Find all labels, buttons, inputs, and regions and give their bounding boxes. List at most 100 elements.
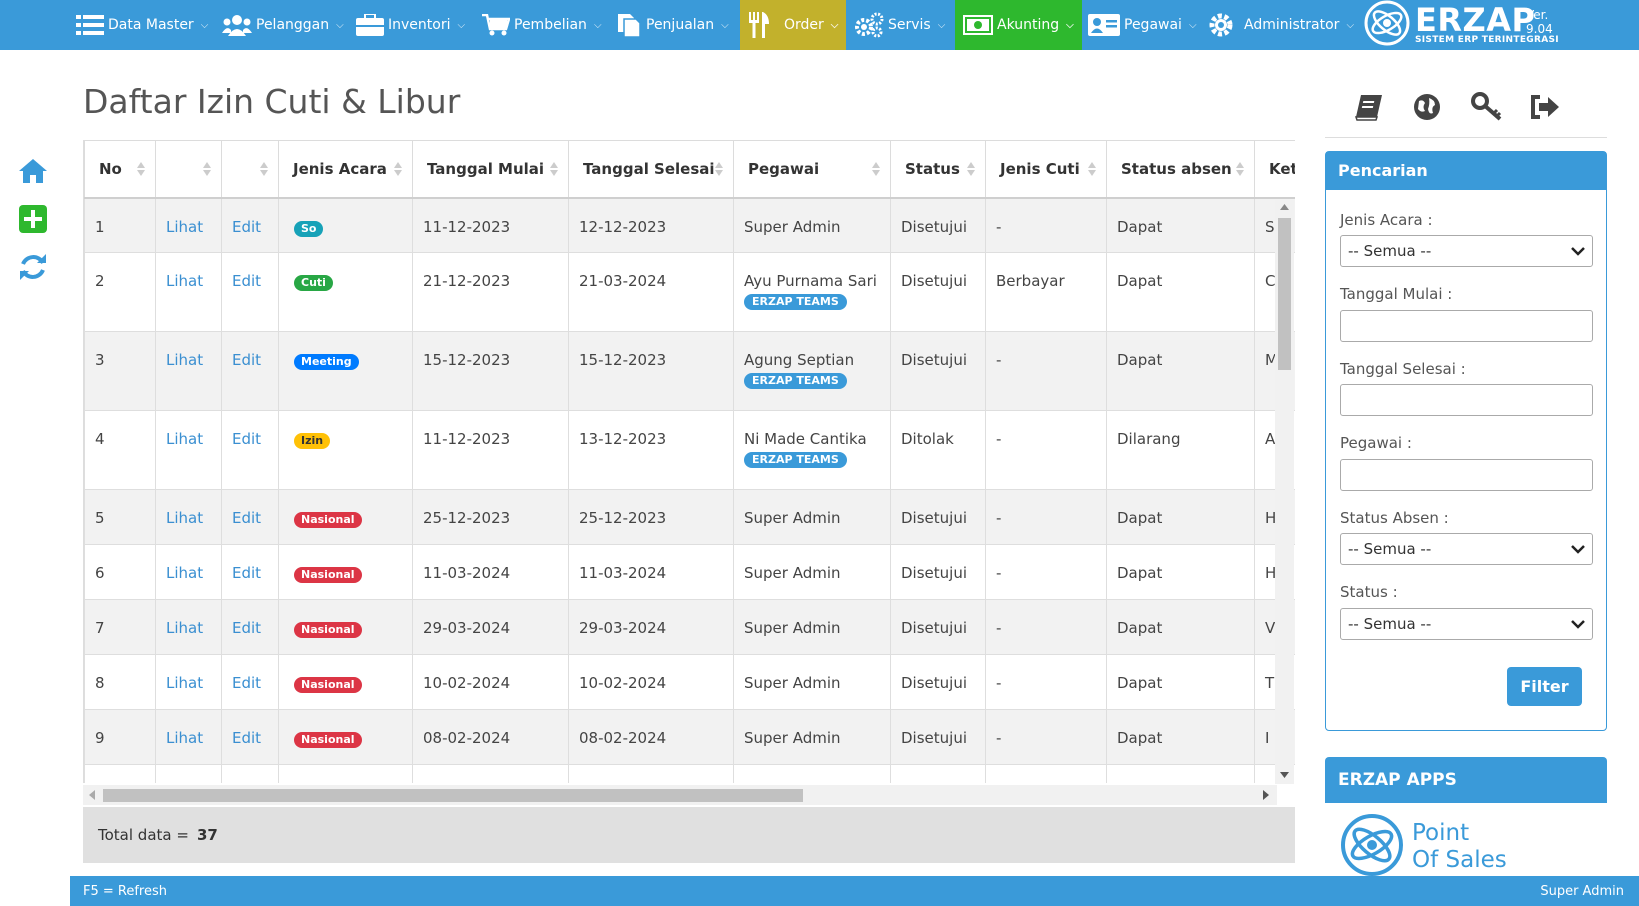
nav-order[interactable]: Order ⌵ [740,0,847,50]
status-label: Status : [1340,583,1398,601]
users-icon [222,14,252,36]
horizontal-scrollbar[interactable] [83,785,1277,805]
chevron-down-icon: ⌵ [336,19,344,31]
globe-icon[interactable] [1410,90,1444,124]
event-type-badge: So [294,220,324,237]
left-action-bar [18,156,48,300]
key-icon[interactable] [1470,90,1504,124]
cell-pegawai: Ayu Purnama Sari ERZAP TEAMS [733,252,891,332]
col-header-edit[interactable] [221,140,279,199]
col-header-tanggal-selesai[interactable]: Tanggal Selesai [568,140,734,199]
table-row: 9 Lihat Edit Nasional 08-02-2024 08-02-2024 Su… [84,709,1295,765]
status-absen-select[interactable]: -- Semua -- [1340,533,1593,565]
cell-tanggal-mulai: 25-12-2023 [412,489,569,545]
nav-penjualan[interactable]: Penjualan ⌵ [616,0,729,50]
refresh-icon[interactable] [18,252,48,282]
edit-link[interactable]: Edit [221,197,279,253]
col-header-pegawai[interactable]: Pegawai [733,140,891,199]
cell-no: 2 [84,252,156,332]
cell-jenis-cuti: - [985,544,1107,600]
jenis-acara-select[interactable]: -- Semua -- [1340,235,1593,267]
view-link[interactable]: Lihat [155,599,222,655]
edit-link[interactable]: Edit [221,410,279,490]
status-select[interactable]: -- Semua -- [1340,608,1593,640]
chevron-down-icon: ⌵ [937,19,946,31]
pegawai-input[interactable] [1340,459,1593,491]
chevron-down-icon: ⌵ [1188,19,1197,31]
vertical-scrollbar[interactable] [1275,200,1294,784]
horizontal-scroll-thumb[interactable] [103,789,803,802]
edit-link[interactable]: Edit [221,252,279,332]
view-link[interactable]: Lihat [155,252,222,332]
edit-link[interactable]: Edit [221,489,279,545]
logout-icon[interactable] [1528,90,1562,124]
cell-tanggal-mulai: 11-12-2023 [412,410,569,490]
nav-administrator[interactable]: Administrator ⌵ [1208,0,1354,50]
cell-jenis-cuti: - [985,331,1107,411]
event-type-badge: Nasional [294,622,362,638]
view-link[interactable]: Lihat [155,410,222,490]
nav-inventori[interactable]: Inventori ⌵ [356,0,465,50]
view-link[interactable]: Lihat [155,709,222,765]
sort-icon [715,162,723,176]
col-header-view[interactable] [155,140,222,199]
col-header-status[interactable]: Status [890,140,986,199]
chevron-down-icon [1571,544,1585,554]
refresh-hint: F5 = Refresh [83,883,167,899]
view-link[interactable]: Lihat [155,544,222,600]
col-header-ket[interactable]: Ket [1254,140,1295,199]
filter-button[interactable]: Filter [1507,667,1582,706]
right-toolbar [1325,90,1625,130]
table-row: 2 Lihat Edit Cuti 21-12-2023 21-03-2024 Ayu Pu… [84,252,1295,332]
nav-pelanggan[interactable]: Pelanggan ⌵ [222,0,344,50]
view-link[interactable]: Lihat [155,197,222,253]
tanggal-mulai-input[interactable] [1340,310,1593,342]
col-header-no[interactable]: No [84,140,156,199]
nav-pembelian[interactable]: Pembelian ⌵ [482,0,602,50]
cell-status: Disetujui [890,252,986,332]
col-header-jenis-cuti[interactable]: Jenis Cuti [985,140,1107,199]
cell-status: Disetujui [890,331,986,411]
col-header-jenis-acara[interactable]: Jenis Acara [278,140,413,199]
vertical-scroll-thumb[interactable] [1278,218,1291,370]
total-label: Total data = [98,826,189,844]
cell-no: 3 [84,331,156,411]
chevron-down-icon [1571,619,1585,629]
current-user: Super Admin [1540,883,1624,899]
col-header-status-absen[interactable]: Status absen [1106,140,1255,199]
gears-icon [854,12,884,38]
sort-icon [260,162,268,176]
nav-pegawai[interactable]: Pegawai ⌵ [1088,0,1197,50]
book-icon[interactable] [1352,90,1386,124]
edit-link[interactable]: Edit [221,654,279,710]
nav-data-master[interactable]: Data Master ⌵ [76,0,208,50]
edit-link[interactable]: Edit [221,599,279,655]
cell-jenis-acara: Nasional [278,489,413,545]
edit-link[interactable]: Edit [221,709,279,765]
edit-link[interactable]: Edit [221,544,279,600]
pos-app-link[interactable]: Point Of Sales [1340,813,1507,881]
edit-link[interactable]: Edit [221,331,279,411]
view-link[interactable]: Lihat [155,654,222,710]
cell-pegawai: Super Admin [733,489,891,545]
home-icon[interactable] [18,156,48,186]
erzap-logo-icon [1363,0,1411,51]
cell-no: 6 [84,544,156,600]
nav-servis[interactable]: Servis ⌵ [854,0,945,50]
cell-jenis-cuti: - [985,709,1107,765]
tanggal-mulai-label: Tanggal Mulai : [1340,285,1453,303]
cell-no: 9 [84,709,156,765]
view-link[interactable]: Lihat [155,489,222,545]
chevron-down-icon: ⌵ [721,19,729,31]
tanggal-selesai-input[interactable] [1340,384,1593,416]
list-icon [76,14,104,36]
nav-akunting[interactable]: Akunting ⌵ [955,0,1082,50]
cell-tanggal-selesai: 29-03-2024 [568,599,734,655]
scroll-down-icon [1280,772,1289,778]
right-divider [1325,137,1607,138]
add-icon[interactable] [18,204,48,234]
col-header-tanggal-mulai[interactable]: Tanggal Mulai [412,140,569,199]
cell-status-absen: Dapat [1106,331,1255,411]
cell-status-absen: Dapat [1106,252,1255,332]
view-link[interactable]: Lihat [155,331,222,411]
